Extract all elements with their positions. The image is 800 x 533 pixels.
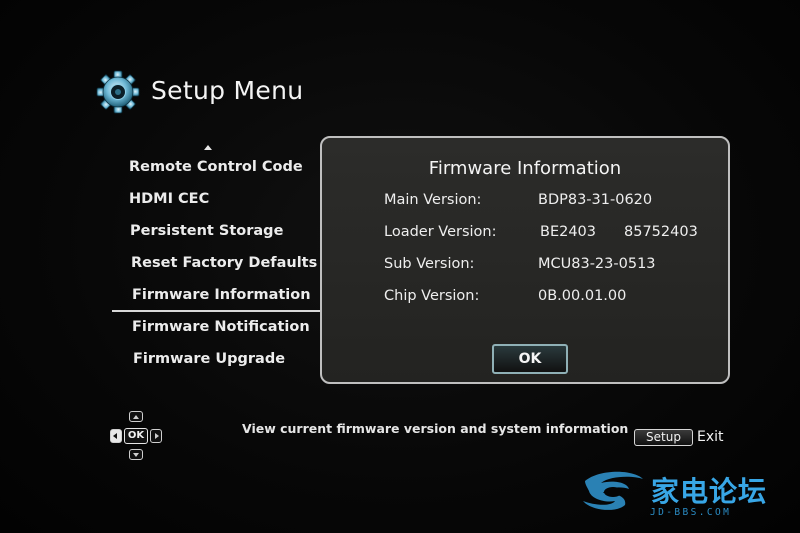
dpad-left-key bbox=[110, 429, 122, 443]
main-version-label: Main Version: bbox=[384, 192, 482, 208]
watermark-subtext: JD-BBS.COM bbox=[650, 507, 732, 518]
watermark-text: 家电论坛 bbox=[651, 475, 768, 508]
menu-item-hdmi-cec[interactable]: HDMI CEC bbox=[129, 186, 209, 212]
gear-icon bbox=[94, 68, 142, 116]
exit-label: Exit bbox=[697, 429, 724, 445]
watermark-logo-icon bbox=[577, 467, 649, 515]
setup-exit-button[interactable]: Setup bbox=[634, 429, 693, 446]
menu-item-remote-control-code[interactable]: Remote Control Code bbox=[129, 154, 303, 180]
help-text: View current firmware version and system… bbox=[242, 421, 629, 436]
dpad-right-key bbox=[150, 429, 162, 443]
arrow-up-icon bbox=[133, 415, 139, 419]
dpad-down-key bbox=[129, 449, 143, 460]
dpad-ok-key: OK bbox=[124, 428, 148, 444]
selection-connector-line bbox=[112, 310, 320, 312]
sub-version-label: Sub Version: bbox=[384, 256, 475, 272]
menu-item-firmware-notification[interactable]: Firmware Notification bbox=[132, 314, 310, 340]
loader-version-label: Loader Version: bbox=[384, 224, 497, 240]
chip-version-label: Chip Version: bbox=[384, 288, 480, 304]
menu-item-firmware-information[interactable]: Firmware Information bbox=[132, 282, 311, 308]
dpad-up-key bbox=[129, 411, 143, 422]
loader-version-value-2: 85752403 bbox=[624, 224, 698, 240]
ok-button[interactable]: OK bbox=[492, 344, 568, 374]
main-version-value: BDP83-31-0620 bbox=[538, 192, 653, 208]
firmware-information-dialog: Firmware Information Main Version: BDP83… bbox=[320, 136, 730, 384]
scroll-up-arrow-icon[interactable] bbox=[204, 145, 212, 150]
loader-version-value: BE2403 bbox=[540, 224, 597, 240]
page-title: Setup Menu bbox=[151, 76, 304, 105]
screen: Setup Menu Remote Control Code HDMI CEC … bbox=[0, 0, 800, 533]
menu-item-persistent-storage[interactable]: Persistent Storage bbox=[130, 218, 283, 244]
arrow-right-icon bbox=[155, 433, 159, 439]
chip-version-value: 0B.00.01.00 bbox=[538, 288, 627, 304]
menu-item-firmware-upgrade[interactable]: Firmware Upgrade bbox=[133, 346, 285, 372]
dpad-navigation-hint: OK bbox=[108, 411, 164, 461]
arrow-down-icon bbox=[133, 453, 139, 457]
menu-item-reset-factory-defaults[interactable]: Reset Factory Defaults bbox=[131, 250, 317, 276]
sub-version-value: MCU83-23-0513 bbox=[538, 256, 656, 272]
arrow-left-icon bbox=[113, 433, 117, 439]
dialog-title: Firmware Information bbox=[428, 158, 622, 179]
